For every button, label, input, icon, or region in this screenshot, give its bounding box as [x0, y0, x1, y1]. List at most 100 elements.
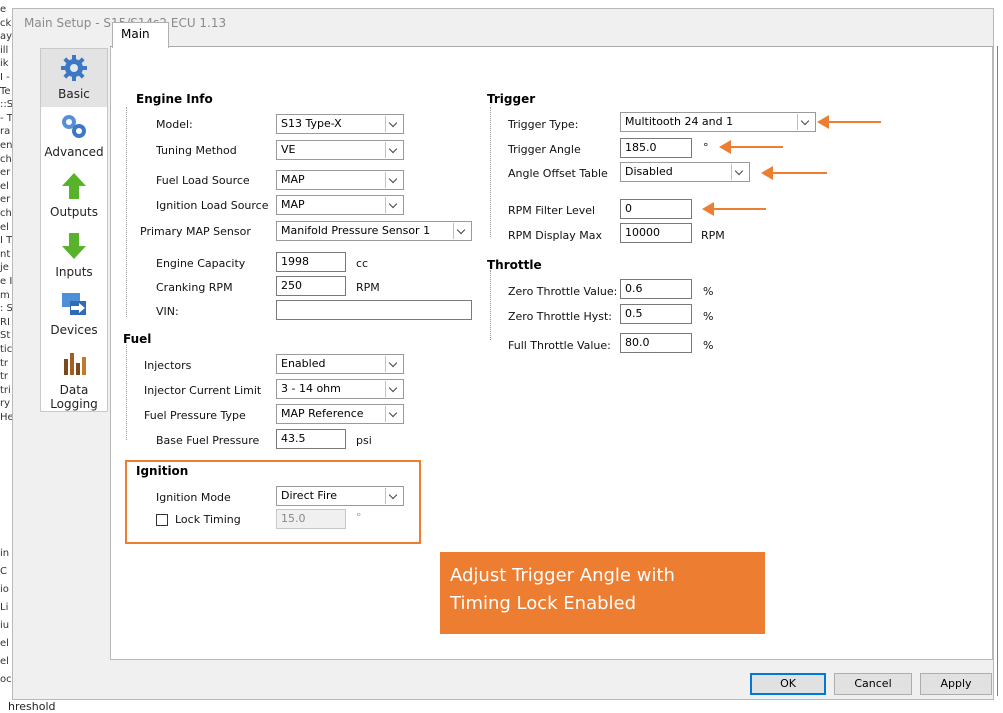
lock-timing-unit: ° [356, 511, 362, 524]
chevron-down-icon[interactable] [385, 488, 402, 504]
ignition-heading: Ignition [136, 464, 189, 478]
background-text-fragment: nt [0, 248, 11, 260]
chevron-down-icon[interactable] [385, 172, 402, 188]
fuel-load-source-value: MAP [281, 173, 305, 186]
chevron-down-icon[interactable] [385, 356, 402, 372]
tab-main[interactable]: Main [112, 22, 169, 48]
background-text-fragment: ry [0, 398, 11, 410]
engine-capacity-unit: cc [356, 257, 369, 270]
background-text-fragment: io [0, 584, 9, 595]
lock-timing-label: Lock Timing [175, 513, 241, 526]
background-text-fragment: e [0, 4, 7, 15]
sidebar-item-label: Outputs [50, 205, 98, 219]
rpm-display-max-label: RPM Display Max [508, 229, 603, 242]
background-text-fragment: C [0, 566, 7, 577]
zero-throttle-hyst-input[interactable]: 0.5 [620, 304, 692, 324]
background-text-fragment: e I [0, 276, 13, 287]
background-text-fragment: en [0, 140, 13, 151]
cranking-rpm-input[interactable]: 250 [276, 276, 346, 296]
sidebar-item-data-logging[interactable]: Data Logging [41, 345, 107, 411]
tree-line-trigger [490, 107, 491, 237]
tuning-method-label: Tuning Method [156, 144, 237, 157]
trigger-angle-input[interactable]: 185.0 [620, 138, 692, 158]
engine-capacity-input[interactable]: 1998 [276, 252, 346, 272]
trigger-type-label: Trigger Type: [508, 118, 579, 131]
cancel-button[interactable]: Cancel [834, 673, 912, 695]
sidebar-item-basic[interactable]: Basic [41, 49, 107, 107]
tuning-method-select[interactable]: VE [276, 140, 404, 160]
fuel-pressure-type-select[interactable]: MAP Reference [276, 404, 404, 424]
injector-current-limit-value: 3 - 14 ohm [281, 382, 341, 395]
lock-timing-checkbox[interactable] [156, 514, 168, 526]
ok-button[interactable]: OK [750, 673, 826, 695]
chevron-down-icon[interactable] [385, 116, 402, 132]
trigger-type-select[interactable]: Multitooth 24 and 1 [620, 112, 816, 132]
injectors-label: Injectors [144, 359, 192, 372]
chevron-down-icon[interactable] [385, 406, 402, 422]
background-text-fragment: ch [0, 153, 12, 165]
background-text-fragment: m [0, 289, 10, 301]
cranking-rpm-unit: RPM [356, 281, 380, 294]
sidebar-item-label: Inputs [55, 265, 93, 279]
apply-button[interactable]: Apply [920, 673, 992, 695]
vin-input[interactable] [276, 300, 472, 320]
chevron-down-icon[interactable] [385, 381, 402, 397]
annotation-arrow-trigger-type [817, 115, 881, 129]
chevron-down-icon[interactable] [385, 197, 402, 213]
model-label: Model: [156, 118, 193, 131]
ignition-mode-label: Ignition Mode [156, 491, 231, 504]
arrow-down-icon [62, 233, 86, 259]
trigger-angle-label: Trigger Angle [508, 143, 581, 156]
primary-map-sensor-value: Manifold Pressure Sensor 1 [281, 224, 431, 237]
background-text-fragment: el [0, 638, 9, 649]
background-text-threshold: hreshold [8, 700, 56, 713]
full-throttle-value-input[interactable]: 80.0 [620, 333, 692, 353]
tree-line-throttle [490, 270, 491, 340]
full-throttle-value-label: Full Throttle Value: [508, 339, 611, 352]
primary-map-sensor-select[interactable]: Manifold Pressure Sensor 1 [276, 221, 472, 241]
base-fuel-pressure-unit: psi [356, 434, 372, 447]
gears-icon [62, 115, 86, 138]
model-select[interactable]: S13 Type-X [276, 114, 404, 134]
sidebar-item-advanced[interactable]: Advanced [41, 107, 107, 165]
background-text-fragment: tr [0, 357, 9, 369]
background-text-fragment: ch [0, 208, 12, 219]
sidebar: Basic Advanced Outputs Inputs Devices Da… [40, 48, 108, 412]
lock-timing-input[interactable]: 15.0 [276, 509, 346, 529]
angle-offset-table-value: Disabled [625, 165, 673, 178]
annotation-arrow-trigger-angle [719, 140, 783, 154]
cranking-rpm-label: Cranking RPM [156, 281, 233, 294]
sidebar-item-devices[interactable]: Devices [41, 285, 107, 343]
ignition-load-source-value: MAP [281, 198, 305, 211]
base-fuel-pressure-input[interactable]: 43.5 [276, 429, 346, 449]
callout-line-2: Timing Lock Enabled [450, 593, 637, 614]
sidebar-item-outputs[interactable]: Outputs [41, 167, 107, 225]
model-value: S13 Type-X [281, 117, 342, 130]
fuel-load-source-select[interactable]: MAP [276, 170, 404, 190]
ignition-mode-select[interactable]: Direct Fire [276, 486, 404, 506]
chevron-down-icon[interactable] [731, 164, 748, 180]
angle-offset-table-select[interactable]: Disabled [620, 162, 750, 182]
rpm-display-max-input[interactable]: 10000 [620, 223, 692, 243]
injectors-select[interactable]: Enabled [276, 354, 404, 374]
background-text-fragment: St [0, 330, 11, 342]
sidebar-item-inputs[interactable]: Inputs [41, 227, 107, 285]
zero-throttle-value-unit: % [703, 285, 714, 298]
vin-label: VIN: [156, 305, 179, 318]
rpm-filter-level-input[interactable]: 0 [620, 199, 692, 219]
sidebar-item-label: Advanced [44, 145, 104, 159]
ignition-load-source-select[interactable]: MAP [276, 195, 404, 215]
fuel-pressure-type-value: MAP Reference [281, 407, 364, 420]
engine-capacity-label: Engine Capacity [156, 257, 246, 270]
gear-icon [61, 55, 87, 81]
chevron-down-icon[interactable] [385, 142, 402, 158]
zero-throttle-value-input[interactable]: 0.6 [620, 279, 692, 299]
trigger-type-value: Multitooth 24 and 1 [625, 115, 734, 128]
chevron-down-icon[interactable] [453, 223, 470, 239]
full-throttle-value-unit: % [703, 339, 714, 352]
tab-label: Main [121, 27, 150, 41]
chevron-down-icon[interactable] [797, 114, 814, 130]
background-text-fragment: - T [0, 112, 13, 124]
background-text-fragment: Te [0, 85, 11, 97]
injector-current-limit-select[interactable]: 3 - 14 ohm [276, 379, 404, 399]
